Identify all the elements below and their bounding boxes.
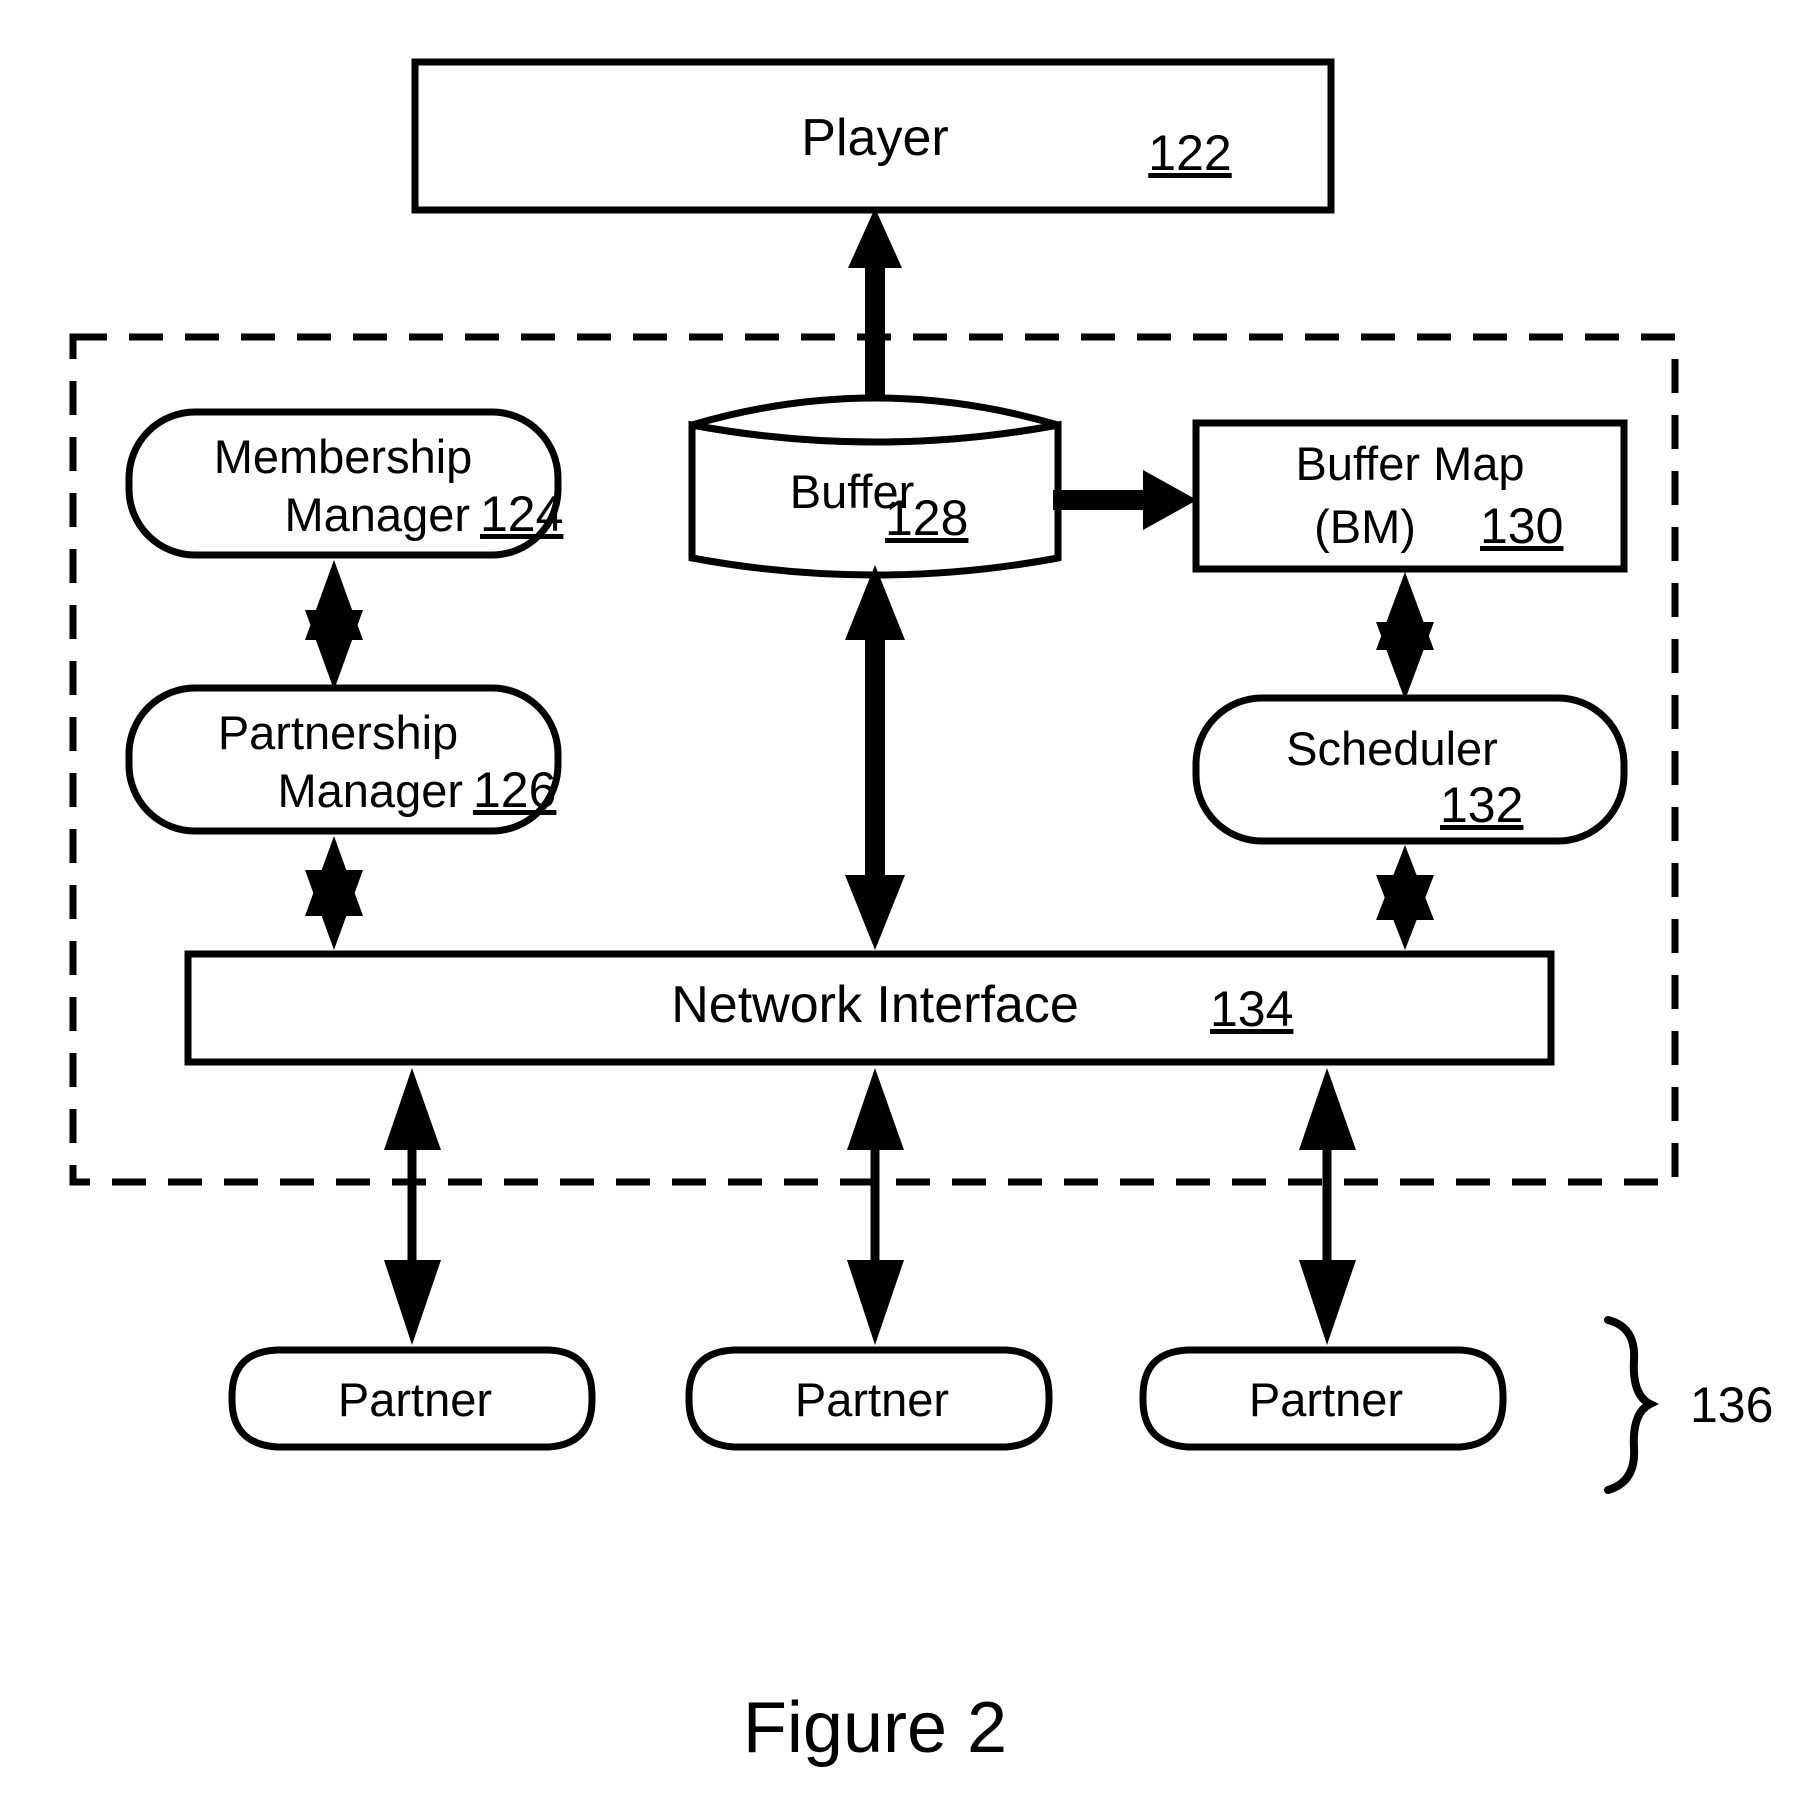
node-partner-1[interactable]: Partner xyxy=(228,1346,596,1451)
arrow-head-up-player xyxy=(848,208,902,268)
membership-manager-ref: 124 xyxy=(480,486,563,542)
partner-1-label: Partner xyxy=(338,1373,492,1426)
arrow-head-up-partner-2 xyxy=(847,1068,904,1150)
partner-2-label: Partner xyxy=(795,1373,949,1426)
arrow-head-right-buffermap xyxy=(1143,470,1197,530)
arrow-head-up-partner-3 xyxy=(1299,1068,1356,1150)
connector-buffer-to-network xyxy=(845,565,905,950)
arrow-head-down-partner-3 xyxy=(1299,1260,1356,1345)
partners-group-ref: 136 xyxy=(1690,1377,1773,1433)
buffer-cylinder-top xyxy=(691,394,1059,446)
arrow-head-down-network-mid xyxy=(845,875,905,950)
membership-manager-label-line2: Manager xyxy=(285,488,471,541)
connector-network-to-partner-2 xyxy=(847,1068,904,1345)
node-player[interactable]: Player 122 xyxy=(411,58,1335,214)
node-buffer[interactable]: Buffer 128 xyxy=(688,394,1062,579)
connector-network-to-partner-3 xyxy=(1299,1068,1356,1345)
figure-root: Player 122 Membership Manager 124 Partne… xyxy=(0,0,1807,1815)
arrow-head-down-partnership xyxy=(305,610,363,690)
connector-partnership-to-network xyxy=(305,836,363,950)
figure-caption: Figure 2 xyxy=(743,1688,1007,1768)
arrow-head-down-scheduler xyxy=(1376,622,1434,700)
connector-buffermap-to-scheduler xyxy=(1376,572,1434,700)
buffer-map-label-line2: (BM) xyxy=(1314,500,1416,553)
connector-buffer-to-buffermap xyxy=(1053,470,1197,530)
arrow-head-down-partner-1 xyxy=(384,1260,441,1345)
node-partner-2[interactable]: Partner xyxy=(685,1346,1053,1451)
node-scheduler[interactable]: Scheduler 132 xyxy=(1192,694,1628,845)
node-buffer-map[interactable]: Buffer Map (BM) 130 xyxy=(1192,419,1628,573)
partnership-manager-ref: 126 xyxy=(473,762,556,818)
player-label: Player xyxy=(801,109,948,167)
arrow-head-up-partner-1 xyxy=(384,1068,441,1150)
scheduler-label: Scheduler xyxy=(1286,722,1498,775)
network-interface-ref: 134 xyxy=(1210,981,1293,1037)
scheduler-ref: 132 xyxy=(1440,777,1523,833)
connector-membership-to-partnership xyxy=(305,560,363,690)
network-interface-label: Network Interface xyxy=(671,976,1079,1034)
partner-3-label: Partner xyxy=(1249,1373,1403,1426)
partners-group-brace: 136 xyxy=(1604,1316,1773,1494)
buffer-map-label-line1: Buffer Map xyxy=(1295,437,1524,490)
node-network-interface[interactable]: Network Interface 134 xyxy=(184,950,1555,1066)
arrow-head-down-partner-2 xyxy=(847,1260,904,1345)
node-membership-manager[interactable]: Membership Manager 124 xyxy=(125,408,563,559)
partnership-manager-label-line2: Manager xyxy=(278,764,464,817)
connector-scheduler-to-network xyxy=(1376,845,1434,950)
buffer-map-ref: 130 xyxy=(1480,498,1563,554)
membership-manager-label-line1: Membership xyxy=(214,430,473,483)
buffer-ref: 128 xyxy=(885,490,968,546)
player-ref: 122 xyxy=(1148,125,1231,181)
connector-network-to-partner-1 xyxy=(384,1068,441,1345)
patent-figure-diagram: Player 122 Membership Manager 124 Partne… xyxy=(69,58,1773,1768)
node-partner-3[interactable]: Partner xyxy=(1139,1346,1507,1451)
partnership-manager-label-line1: Partnership xyxy=(218,706,458,759)
node-partnership-manager[interactable]: Partnership Manager 126 xyxy=(125,684,562,835)
